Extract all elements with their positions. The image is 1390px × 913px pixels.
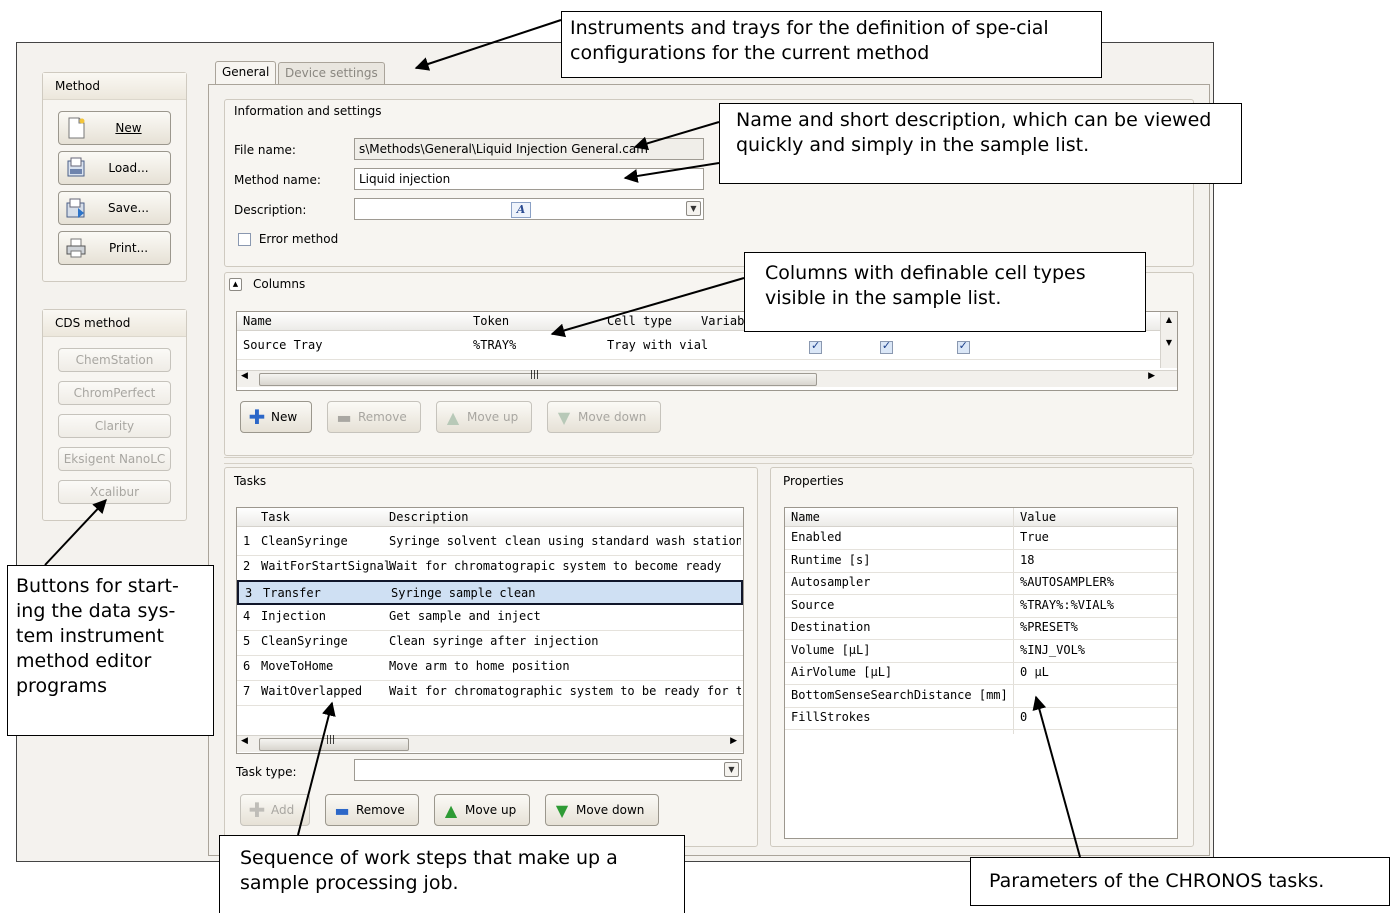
arrow-to-properties (1032, 695, 1081, 858)
arrow-to-device-settings (414, 19, 562, 71)
arrow-to-tasks (297, 701, 336, 836)
annotation-arrows (44, 19, 1081, 858)
arrow-to-method-name (623, 162, 720, 183)
arrow-to-token (550, 277, 745, 338)
arrow-to-cds-buttons (44, 498, 107, 566)
arrow-to-file-name (633, 121, 720, 151)
